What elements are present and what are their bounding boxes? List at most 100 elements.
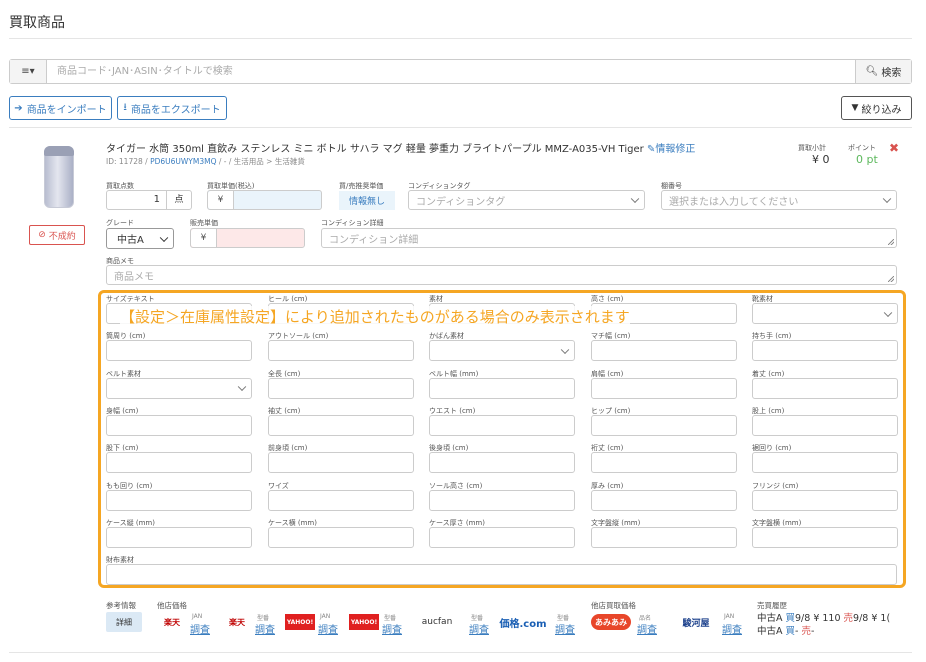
shop-tag: JAN bbox=[320, 613, 331, 620]
recommend-value: 情報無し bbox=[339, 191, 395, 210]
history-row: 中古A 買- 売- bbox=[757, 623, 814, 637]
subtotal-value: ¥ 0 bbox=[812, 153, 830, 166]
memo-placeholder: 商品メモ bbox=[114, 271, 154, 283]
import-button-label: 商品をインポート bbox=[26, 104, 107, 116]
status-badge[interactable]: ⊘ 不成約 bbox=[29, 225, 85, 245]
filter-button[interactable]: ▼ 絞り込み bbox=[841, 96, 912, 120]
filter-toggle-button[interactable]: ≡▾ bbox=[10, 60, 47, 83]
edit-info-link[interactable]: ✎情報修正 bbox=[647, 144, 695, 155]
shop-search-link[interactable]: 調査 bbox=[637, 621, 657, 636]
product-title: タイガー 水筒 350ml 直飲み ステンレス ミニ ボトル サハラ マグ 軽量… bbox=[106, 140, 695, 155]
condition-tag-select[interactable]: コンディションタグ bbox=[408, 190, 645, 210]
yen-addon: ¥ bbox=[208, 191, 234, 209]
shop-logo: 駿河屋 bbox=[676, 614, 716, 630]
grade-select[interactable]: 中古A bbox=[106, 228, 174, 249]
history-grade: 中古A bbox=[757, 626, 783, 637]
resize-handle-icon[interactable] bbox=[888, 276, 894, 282]
sliders-icon: ≡▾ bbox=[21, 66, 35, 77]
yen-addon: ¥ bbox=[191, 229, 217, 247]
delete-icon[interactable]: ✖ bbox=[889, 141, 899, 155]
status-badge-label: 不成約 bbox=[48, 231, 76, 242]
download-icon: ⭳ bbox=[123, 101, 127, 113]
ref-info-label: 参考情報 bbox=[106, 601, 136, 610]
import-button[interactable]: ➔ 商品をインポート bbox=[9, 96, 112, 120]
shop-logo: YAHOO! bbox=[349, 614, 379, 630]
product-thumbnail bbox=[44, 146, 74, 208]
qty-field: 1 点 bbox=[106, 190, 192, 210]
funnel-icon: ▼ bbox=[851, 103, 859, 113]
history-sell-value: 9/8 ¥ 1( bbox=[853, 613, 891, 624]
shop-logo: 楽天 bbox=[222, 614, 252, 630]
unit-price-input[interactable] bbox=[234, 191, 321, 209]
point-value: 0 pt bbox=[856, 153, 878, 166]
recommend-label: 買/売推奨単価 bbox=[339, 182, 384, 190]
share-arrow-icon: ➔ bbox=[14, 102, 23, 114]
shop-tag: JAN bbox=[192, 613, 203, 620]
divider bbox=[9, 38, 912, 39]
point-label: ポイント bbox=[848, 144, 876, 152]
shop-logo: aucfan bbox=[412, 614, 462, 630]
chevron-down-icon bbox=[882, 194, 892, 204]
search-input[interactable] bbox=[47, 60, 855, 83]
grade-value: 中古A bbox=[117, 235, 144, 246]
shelf-select[interactable]: 選択または入力してください bbox=[661, 190, 897, 210]
grade-label: グレード bbox=[106, 219, 134, 227]
shop-logo: YAHOO! bbox=[285, 614, 315, 630]
product-id: ID: 11728 / bbox=[106, 157, 148, 166]
custom-attribute-note: 【設定＞在庫属性設定】により追加されたものがある場合のみ表示されます bbox=[120, 306, 630, 327]
edit-info-label: 情報修正 bbox=[655, 144, 696, 155]
other-price-label: 他店価格 bbox=[157, 601, 187, 610]
search-button[interactable]: 🔍︎ 検索 bbox=[855, 60, 911, 83]
other-buy-label: 他店買取価格 bbox=[591, 601, 636, 610]
history-sell-tag: 売 bbox=[843, 613, 854, 624]
sell-price-label: 販売単価 bbox=[190, 219, 218, 227]
shop-search-link[interactable]: 調査 bbox=[555, 621, 575, 636]
sell-price-input[interactable] bbox=[217, 229, 304, 247]
chevron-down-icon bbox=[159, 233, 169, 242]
shelf-placeholder: 選択または入力してください bbox=[669, 196, 799, 208]
shop-logo: 価格.com bbox=[498, 614, 548, 630]
shop-search-link[interactable]: 調査 bbox=[255, 621, 275, 636]
history-buy-value: - bbox=[795, 626, 799, 637]
shop-search-link[interactable]: 調査 bbox=[382, 621, 402, 636]
search-icon: 🔍︎ bbox=[865, 66, 879, 77]
history-buy-tag: 買 bbox=[785, 626, 796, 637]
divider bbox=[9, 127, 912, 128]
product-category: / - / 生活用品 > 生活雑貨 bbox=[218, 157, 305, 166]
shop-search-link[interactable]: 調査 bbox=[190, 621, 210, 636]
product-meta: ID: 11728 / PD6U6UWYM3MQ / - / 生活用品 > 生活… bbox=[106, 156, 305, 167]
sell-price-field: ¥ bbox=[190, 228, 305, 248]
condition-detail-placeholder: コンディション詳細 bbox=[329, 234, 419, 246]
export-button[interactable]: ⭳ 商品をエクスポート bbox=[117, 96, 227, 120]
page-title: 買取商品 bbox=[9, 15, 65, 31]
product-title-text: タイガー 水筒 350ml 直飲み ステンレス ミニ ボトル サハラ マグ 軽量… bbox=[106, 144, 644, 155]
shop-logo: 楽天 bbox=[157, 614, 187, 630]
divider bbox=[9, 652, 912, 653]
product-asin-link[interactable]: PD6U6UWYM3MQ bbox=[150, 157, 216, 166]
search-button-label: 検索 bbox=[881, 68, 902, 79]
qty-input[interactable]: 1 bbox=[107, 191, 167, 209]
history-row: 中古A 買9/8 ¥ 110 売9/8 ¥ 1( bbox=[757, 610, 890, 624]
chevron-down-icon bbox=[630, 194, 640, 204]
shop-search-link[interactable]: 調査 bbox=[722, 621, 742, 636]
condition-tag-placeholder: コンディションタグ bbox=[416, 196, 506, 208]
subtotal-label: 買取小計 bbox=[798, 144, 826, 152]
resize-handle-icon[interactable] bbox=[888, 239, 894, 245]
prohibit-icon: ⊘ bbox=[38, 230, 46, 240]
search-bar: ≡▾ 🔍︎ 検索 bbox=[9, 59, 912, 84]
condition-detail-textarea[interactable]: コンディション詳細 bbox=[321, 228, 897, 248]
filter-button-label: 絞り込み bbox=[861, 104, 902, 116]
shop-logo: あみあみ bbox=[591, 614, 631, 630]
shop-tag: JAN bbox=[724, 613, 735, 620]
custom-attribute-highlight bbox=[98, 290, 906, 588]
unit-price-field: ¥ bbox=[207, 190, 322, 210]
export-button-label: 商品をエクスポート bbox=[130, 104, 221, 116]
condition-detail-label: コンディション詳細 bbox=[321, 219, 384, 227]
shop-search-link[interactable]: 調査 bbox=[469, 621, 489, 636]
detail-button[interactable]: 詳細 bbox=[106, 612, 142, 632]
memo-textarea[interactable]: 商品メモ bbox=[106, 265, 897, 285]
history-sell-value: - bbox=[810, 626, 815, 637]
qty-unit: 点 bbox=[174, 195, 184, 205]
shop-search-link[interactable]: 調査 bbox=[318, 621, 338, 636]
history-sell-tag: 売 bbox=[801, 626, 811, 637]
